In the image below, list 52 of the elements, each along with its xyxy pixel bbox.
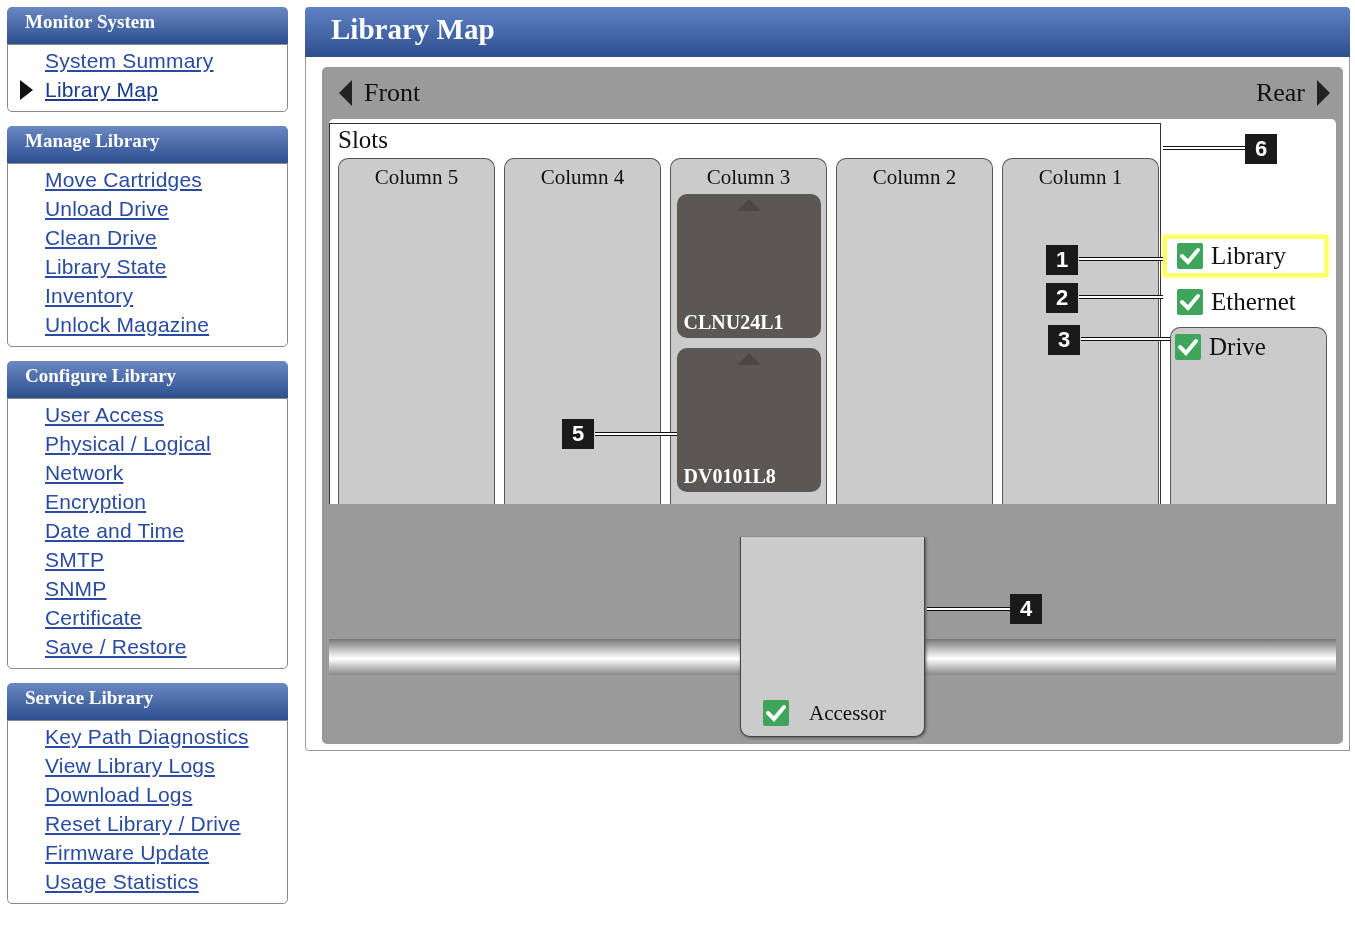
nav-link[interactable]: System Summary	[45, 48, 214, 73]
nav-link[interactable]: Inventory	[45, 283, 134, 308]
nav-link[interactable]: Download Logs	[45, 782, 193, 807]
cartridge-label: CLNU24L1	[683, 311, 784, 334]
column-label: Column 5	[374, 165, 459, 190]
nav-link[interactable]: Clean Drive	[45, 225, 157, 250]
nav-link[interactable]: Reset Library / Drive	[45, 811, 241, 836]
front-label: Front	[364, 78, 421, 108]
nav-link[interactable]: Firmware Update	[45, 840, 210, 865]
nav-link[interactable]: Save / Restore	[45, 634, 187, 659]
tape-cartridge[interactable]: DV0101L8	[676, 348, 821, 492]
slots-label: Slots	[337, 125, 390, 155]
status-label: Library	[1211, 242, 1286, 270]
cartridge-label: DV0101L8	[683, 465, 776, 488]
accessor-label: Accessor	[809, 700, 886, 726]
nav-link[interactable]: Network	[45, 460, 124, 485]
status-label: Ethernet	[1211, 288, 1296, 316]
nav-link[interactable]: Move Cartridges	[45, 167, 203, 192]
triangle-left-icon	[339, 80, 352, 106]
rear-label: Rear	[1255, 78, 1305, 108]
nav-link[interactable]: Certificate	[45, 605, 142, 630]
callout-number: 3	[1048, 325, 1080, 355]
callout-number: 4	[1010, 594, 1042, 624]
nav-link[interactable]: Usage Statistics	[45, 869, 199, 894]
column-label: Column 2	[872, 165, 957, 190]
nav-link[interactable]: Encryption	[45, 489, 147, 514]
nav-link[interactable]: User Access	[45, 402, 164, 427]
callout-number: 6	[1245, 134, 1277, 164]
triangle-right-icon	[1317, 80, 1330, 106]
nav-link[interactable]: Physical / Logical	[45, 431, 211, 456]
nav-link[interactable]: Date and Time	[45, 518, 185, 543]
status-label: Drive	[1209, 333, 1266, 361]
page-title: Library Map	[331, 13, 495, 45]
section-header: Manage Library	[7, 126, 288, 163]
nav-link[interactable]: Library State	[45, 254, 167, 279]
section-header: Service Library	[7, 683, 288, 720]
column-label: Column 3	[706, 165, 791, 190]
callout-number: 1	[1046, 245, 1078, 275]
nav-link[interactable]: Library Map	[45, 77, 159, 102]
callout-number: 2	[1046, 283, 1078, 313]
nav-link[interactable]: Unload Drive	[45, 196, 169, 221]
tape-cartridge[interactable]: CLNU24L1	[676, 194, 821, 338]
nav-link[interactable]: View Library Logs	[45, 753, 215, 778]
column-label: Column 1	[1038, 165, 1123, 190]
section-header: Configure Library	[7, 361, 288, 398]
callout-number: 5	[562, 419, 594, 449]
nav-link[interactable]: Key Path Diagnostics	[45, 724, 249, 749]
nav-link[interactable]: SNMP	[45, 576, 107, 601]
column-label: Column 4	[540, 165, 625, 190]
section-header: Monitor System	[7, 7, 288, 44]
nav-link[interactable]: SMTP	[45, 547, 105, 572]
nav-link[interactable]: Unlock Magazine	[45, 312, 210, 337]
